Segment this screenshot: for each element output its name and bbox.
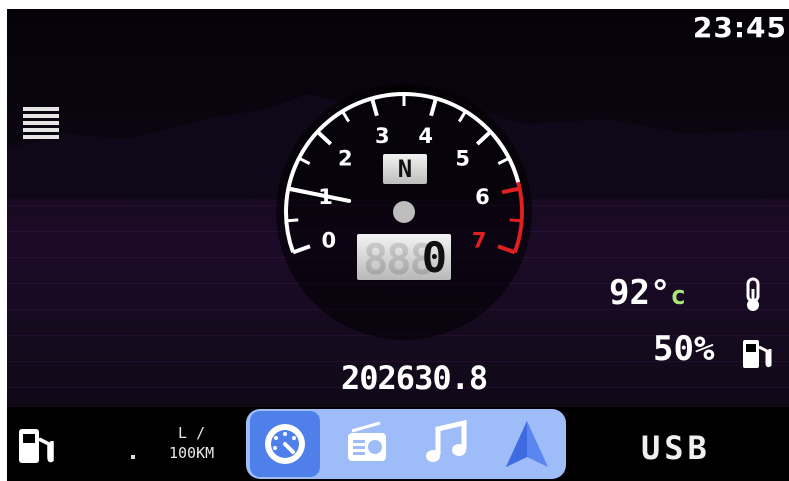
fuel-consumption-icon bbox=[19, 429, 54, 463]
dashboard-screen: 23:45 01234567 N 0 888 202630.8 92°c 50% bbox=[7, 9, 789, 481]
gauge-tick bbox=[286, 218, 299, 223]
gauge-tick bbox=[509, 218, 522, 223]
clock: 23:45 bbox=[692, 11, 787, 44]
app-nav-group bbox=[246, 409, 566, 479]
source-label[interactable]: USB bbox=[641, 429, 711, 467]
consumption-value bbox=[131, 455, 135, 459]
gauge-label: 3 bbox=[375, 124, 390, 148]
radio-icon bbox=[348, 421, 386, 461]
gauge-label: 6 bbox=[475, 185, 490, 209]
nav-dashboard-button[interactable] bbox=[250, 411, 320, 477]
speed-ghost-digits: 888 bbox=[363, 235, 435, 284]
fuel-pump-icon bbox=[743, 340, 772, 368]
gauge-label: 5 bbox=[455, 147, 470, 171]
consumption-unit: L / 100KM bbox=[169, 424, 215, 462]
gauge-label: 7 bbox=[472, 228, 487, 252]
gauge-label: 4 bbox=[418, 124, 433, 148]
menu-button[interactable] bbox=[23, 107, 59, 143]
odometer: 202630.8 bbox=[341, 359, 488, 397]
temp-unit: c bbox=[670, 281, 687, 311]
fuel-level: 50% bbox=[653, 329, 715, 369]
navigation-arrow-icon bbox=[506, 421, 548, 467]
gauge-label: 0 bbox=[322, 228, 337, 252]
menu-icon bbox=[23, 107, 59, 111]
speedometer-icon bbox=[265, 424, 305, 464]
nav-music-button[interactable] bbox=[420, 417, 474, 471]
nav-navigation-button[interactable] bbox=[500, 417, 554, 471]
gauge-label: 2 bbox=[338, 147, 353, 171]
gear-indicator: N bbox=[383, 154, 427, 184]
nav-radio-button[interactable] bbox=[340, 417, 394, 471]
temp-value: 92° bbox=[609, 273, 671, 313]
gauge-hub bbox=[393, 201, 415, 223]
bottom-bar: L / 100KM USB bbox=[7, 407, 789, 481]
engine-temperature: 92°c bbox=[609, 273, 686, 313]
thermometer-icon bbox=[746, 277, 760, 311]
music-note-icon bbox=[426, 419, 467, 462]
tachometer-gauge: 01234567 bbox=[276, 84, 532, 340]
